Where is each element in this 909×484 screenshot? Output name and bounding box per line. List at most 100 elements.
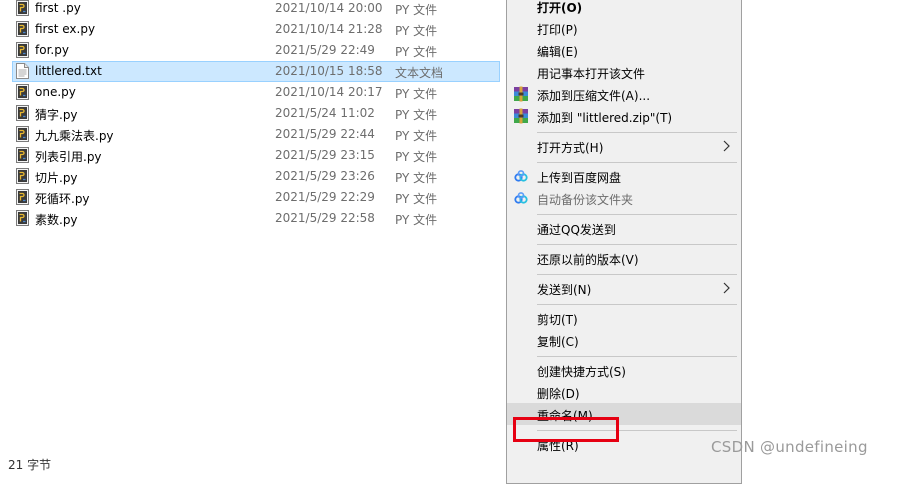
menu-print[interactable]: 打印(P) [507,17,741,39]
file-modified-date: 2021/5/29 22:44 [275,127,375,141]
menu-send-qq[interactable]: 通过QQ发送到 [507,217,741,239]
menu-item-label: 剪切(T) [537,313,578,327]
file-type: PY 文件 [395,171,438,185]
file-type: PY 文件 [395,150,438,164]
menu-separator [537,214,737,215]
menu-item-label: 添加到 "littlered.zip"(T) [537,111,673,125]
python-file-icon [16,126,29,142]
menu-separator [537,274,737,275]
file-name: 列表引用.py [35,150,102,164]
menu-restore-versions[interactable]: 还原以前的版本(V) [507,247,741,269]
file-type: PY 文件 [395,213,438,227]
file-row[interactable]: 九九乘法表.py 2021/5/29 22:44 PY 文件 [12,124,500,145]
file-modified-date: 2021/5/29 22:58 [275,211,375,225]
file-modified-date: 2021/10/14 20:17 [275,85,383,99]
menu-item-label: 复制(C) [537,335,579,349]
menu-auto-backup: 自动备份该文件夹 [507,187,741,209]
file-modified-date: 2021/10/14 21:28 [275,22,383,36]
file-list: first .py 2021/10/14 20:00 PY 文件 first ex.p… [0,0,500,230]
menu-item-label: 用记事本打开该文件 [537,67,646,81]
menu-separator [537,356,737,357]
file-row[interactable]: first ex.py 2021/10/14 21:28 PY 文件 [12,19,500,40]
file-modified-date: 2021/10/14 20:00 [275,1,383,15]
file-row[interactable]: one.py 2021/10/14 20:17 PY 文件 [12,82,500,103]
python-file-icon [16,21,29,37]
python-file-icon [16,189,29,205]
menu-item-label: 删除(D) [537,387,580,401]
winrar-icon [513,108,529,124]
menu-item-label: 编辑(E) [537,45,578,59]
file-name: one.py [35,85,76,99]
menu-cut[interactable]: 剪切(T) [507,307,741,329]
menu-item-label: 上传到百度网盘 [537,171,622,185]
menu-separator [537,162,737,163]
python-file-icon [16,42,29,58]
menu-open-notepad[interactable]: 用记事本打开该文件 [507,61,741,83]
file-row[interactable]: littlered.txt 2021/10/15 18:58 文本文档 [12,61,500,82]
menu-create-shortcut[interactable]: 创建快捷方式(S) [507,359,741,381]
menu-separator [537,132,737,133]
menu-separator [537,304,737,305]
file-row[interactable]: 切片.py 2021/5/29 23:26 PY 文件 [12,166,500,187]
file-type: PY 文件 [395,45,438,59]
python-file-icon [16,210,29,226]
baidu-netdisk-icon [513,168,529,184]
menu-edit[interactable]: 编辑(E) [507,39,741,61]
chevron-right-icon [721,139,731,153]
file-name: 猜字.py [35,108,78,122]
menu-item-label: 打印(P) [537,23,578,37]
menu-item-label: 自动备份该文件夹 [537,193,634,207]
file-type: PY 文件 [395,87,438,101]
file-name: 切片.py [35,171,78,185]
file-name: for.py [35,43,69,57]
file-name: 素数.py [35,213,78,227]
python-file-icon [16,147,29,163]
menu-item-label: 还原以前的版本(V) [537,253,639,267]
python-file-icon [16,168,29,184]
text-file-icon [16,63,29,79]
menu-upload-baidu[interactable]: 上传到百度网盘 [507,165,741,187]
menu-item-label: 添加到压缩文件(A)... [537,89,651,103]
menu-open[interactable]: 打开(O) [507,0,741,17]
file-name: 九九乘法表.py [35,129,114,143]
menu-add-zip[interactable]: 添加到 "littlered.zip"(T) [507,105,741,127]
context-menu: 打开(O) 打印(P) 编辑(E) 用记事本打开该文件 添加到压缩文件(A)... 添加到… [506,0,742,484]
status-bar-text: 21 字节 [8,458,52,472]
file-type: PY 文件 [395,129,438,143]
file-modified-date: 2021/5/29 23:26 [275,169,375,183]
file-name: first .py [35,1,81,15]
file-type: PY 文件 [395,3,438,17]
menu-copy[interactable]: 复制(C) [507,329,741,351]
file-row[interactable]: 素数.py 2021/5/29 22:58 PY 文件 [12,208,500,229]
file-row[interactable]: 死循环.py 2021/5/29 22:29 PY 文件 [12,187,500,208]
chevron-right-icon [721,281,731,295]
python-file-icon [16,84,29,100]
menu-delete[interactable]: 删除(D) [507,381,741,403]
file-modified-date: 2021/5/29 23:15 [275,148,375,162]
file-type: PY 文件 [395,24,438,38]
watermark-text: CSDN @undefineing [711,438,868,456]
file-modified-date: 2021/10/15 18:58 [275,64,383,78]
python-file-icon [16,0,29,16]
file-type: PY 文件 [395,192,438,206]
file-row[interactable]: 猜字.py 2021/5/24 11:02 PY 文件 [12,103,500,124]
winrar-icon [513,86,529,102]
file-name: 死循环.py [35,192,90,206]
baidu-netdisk-icon [513,190,529,206]
file-name: first ex.py [35,22,96,36]
file-row[interactable]: first .py 2021/10/14 20:00 PY 文件 [12,0,500,19]
menu-send-to[interactable]: 发送到(N) [507,277,741,299]
menu-item-label: 通过QQ发送到 [537,223,616,237]
menu-item-label: 创建快捷方式(S) [537,365,626,379]
file-type: 文本文档 [395,66,444,80]
highlight-annotation-box [513,417,619,442]
file-row[interactable]: for.py 2021/5/29 22:49 PY 文件 [12,40,500,61]
file-row[interactable]: 列表引用.py 2021/5/29 23:15 PY 文件 [12,145,500,166]
file-type: PY 文件 [395,108,438,122]
menu-open-with[interactable]: 打开方式(H) [507,135,741,157]
menu-add-archive[interactable]: 添加到压缩文件(A)... [507,83,741,105]
menu-item-label: 发送到(N) [537,283,592,297]
file-name: littlered.txt [35,64,102,78]
python-file-icon [16,105,29,121]
file-modified-date: 2021/5/29 22:29 [275,190,375,204]
